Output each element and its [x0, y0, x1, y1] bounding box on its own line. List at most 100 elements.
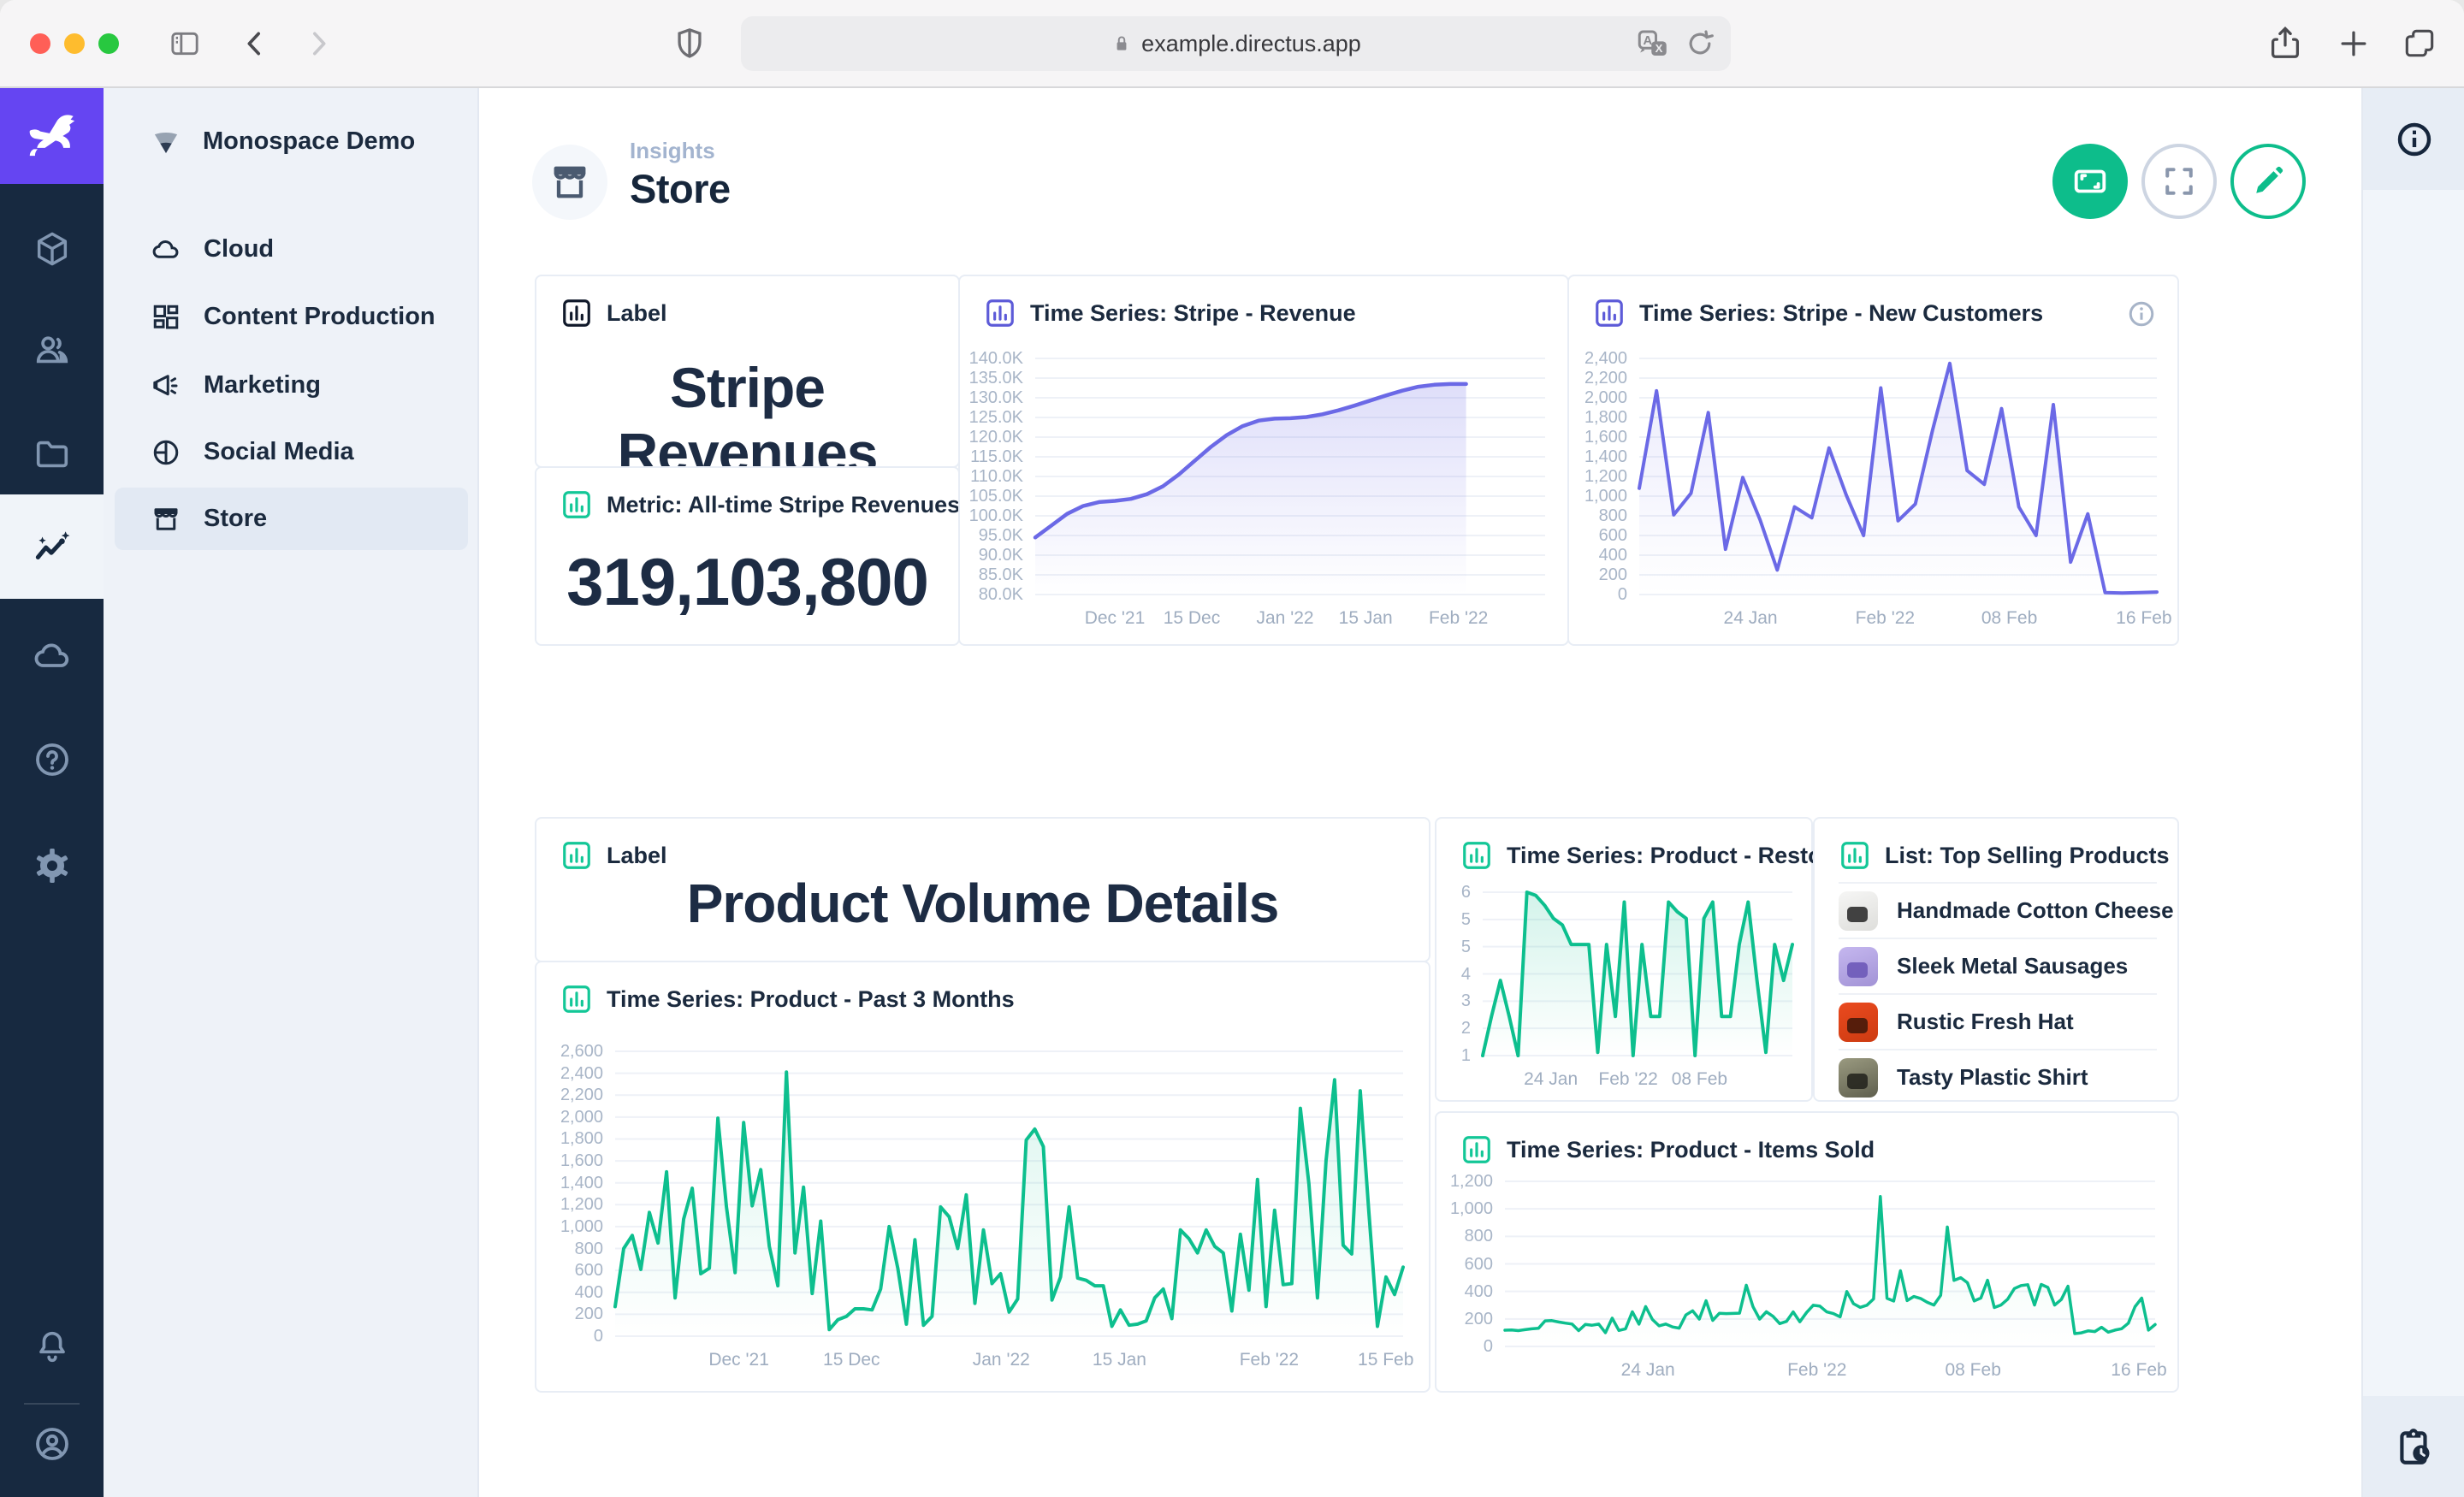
x-axis-tick: 08 Feb [1672, 1069, 1727, 1090]
sidebar-item-marketing[interactable]: Marketing [115, 354, 468, 417]
url-text: example.directus.app [1141, 31, 1361, 57]
translate-icon[interactable]: AX [1635, 26, 1671, 62]
activity-sidebar-button[interactable] [2363, 1396, 2464, 1497]
user-avatar-icon [32, 1423, 73, 1464]
breadcrumb[interactable]: Insights [630, 138, 715, 164]
panel-metric-stripe: Metric: All-time Stripe Revenues 319,103… [535, 466, 960, 646]
rabbit-icon [21, 104, 84, 168]
tab-overview-icon[interactable] [2401, 25, 2438, 62]
x-axis-tick: 15 Dec [1164, 608, 1221, 629]
y-axis-tick: 140.0K [960, 349, 1023, 369]
sidebar-item-content-production[interactable]: Content Production [115, 286, 468, 348]
y-axis-tick: 105.0K [960, 487, 1023, 506]
top-products-list: Handmade Cotton Cheese Sleek Metal Sausag… [1839, 882, 2157, 1104]
list-item[interactable]: Handmade Cotton Cheese [1839, 882, 2157, 938]
zoom-window-button[interactable] [98, 33, 119, 54]
privacy-shield-icon[interactable] [671, 25, 708, 62]
panel-timeseries-past3months: Time Series: Product - Past 3 Months 2,6… [535, 961, 1430, 1393]
y-axis-tick: 1,200 [1569, 467, 1627, 487]
edit-dashboard-button[interactable] [2230, 144, 2306, 219]
svg-text:A: A [1644, 34, 1653, 48]
main-content: Insights Store Label Stripe Revenues [479, 88, 2361, 1497]
y-axis-tick: 130.0K [960, 388, 1023, 408]
fullscreen-button[interactable] [2141, 144, 2217, 219]
browser-toolbar: example.directus.app AX [0, 0, 2464, 88]
info-sidebar-button[interactable] [2363, 88, 2464, 190]
y-axis-tick: 1,400 [536, 1174, 603, 1193]
past3-plot [536, 962, 1429, 1391]
megaphone-icon [151, 370, 181, 401]
sidebar-item-store[interactable]: Store [115, 488, 468, 550]
panel-timeseries-revenue: Time Series: Stripe - Revenue 140.0K135.… [958, 275, 1569, 646]
project-header[interactable]: Monospace Demo [104, 107, 479, 175]
list-item[interactable]: Tasty Plastic Shirt [1839, 1049, 2157, 1104]
module-help[interactable] [0, 712, 104, 808]
product-label: Sleek Metal Sausages [1897, 953, 2128, 979]
y-axis-tick: 1,000 [1436, 1199, 1493, 1219]
x-axis-tick: 15 Jan [1339, 608, 1393, 629]
share-icon[interactable] [2266, 23, 2305, 62]
panel-list-top-products: List: Top Selling Products Handmade Cott… [1813, 817, 2179, 1102]
y-axis-tick: 600 [1436, 1255, 1493, 1275]
notifications-button[interactable] [0, 1299, 104, 1394]
module-users[interactable] [0, 302, 104, 398]
lock-icon [1111, 33, 1133, 55]
x-axis-tick: Jan '22 [1257, 608, 1314, 629]
reload-icon[interactable] [1683, 27, 1717, 61]
sidebar-item-cloud[interactable]: Cloud [115, 218, 468, 281]
new-tab-icon[interactable] [2335, 25, 2372, 62]
x-axis-tick: Dec '21 [708, 1350, 769, 1370]
label-text: Product Volume Details [536, 872, 1429, 935]
directus-logo[interactable] [0, 88, 104, 184]
insights-icon [31, 525, 74, 568]
y-axis-tick: 80.0K [960, 585, 1023, 605]
y-axis-tick: 800 [1569, 506, 1627, 526]
module-files[interactable] [0, 406, 104, 502]
clipboard-clock-icon [2393, 1425, 2436, 1468]
x-axis-tick: 15 Feb [1358, 1350, 1413, 1370]
y-axis-tick: 0 [1569, 585, 1627, 605]
y-axis-tick: 600 [536, 1261, 603, 1281]
bar-chart-icon [560, 297, 593, 329]
fullscreen-icon [2160, 163, 2198, 200]
signal-icon [148, 123, 184, 159]
module-content[interactable] [0, 201, 104, 297]
y-axis-tick: 1,400 [1569, 447, 1627, 467]
list-item[interactable]: Sleek Metal Sausages [1839, 938, 2157, 993]
x-axis-tick: Feb '22 [1429, 608, 1488, 629]
sidebar-item-label: Store [204, 505, 267, 533]
y-axis-tick: 5 [1436, 938, 1471, 957]
x-axis-tick: 15 Jan [1093, 1350, 1146, 1370]
y-axis-tick: 135.0K [960, 369, 1023, 388]
y-axis-tick: 6 [1436, 883, 1471, 902]
sidebar-item-social-media[interactable]: Social Media [115, 421, 468, 483]
forward-button[interactable] [301, 27, 335, 61]
product-label: Rustic Fresh Hat [1897, 1009, 2074, 1035]
grid-icon [151, 302, 181, 333]
sidebar-item-label: Cloud [204, 235, 274, 263]
user-menu-button[interactable] [0, 1396, 104, 1492]
people-icon [33, 330, 72, 370]
back-button[interactable] [238, 27, 272, 61]
project-name: Monospace Demo [203, 127, 415, 156]
zen-mode-button[interactable] [2052, 144, 2128, 219]
minimize-window-button[interactable] [64, 33, 85, 54]
module-insights-active[interactable] [0, 494, 104, 599]
list-item[interactable]: Rustic Fresh Hat [1839, 993, 2157, 1049]
module-settings[interactable] [0, 818, 104, 914]
panel-label-stripe: Label Stripe Revenues [535, 275, 960, 468]
panel-title: Label [607, 843, 667, 869]
storefront-icon [548, 160, 592, 204]
x-axis-tick: 24 Jan [1524, 1069, 1578, 1090]
x-axis-tick: 24 Jan [1724, 608, 1778, 629]
address-bar[interactable]: example.directus.app AX [741, 16, 1731, 71]
cloud-icon [32, 636, 73, 677]
sidebar-toggle-icon[interactable] [168, 27, 202, 61]
fit-screen-icon [2070, 162, 2110, 201]
x-axis-tick: 16 Feb [2116, 608, 2171, 629]
close-window-button[interactable] [30, 33, 50, 54]
x-axis-tick: 24 Jan [1621, 1360, 1675, 1381]
product-thumbnail [1839, 1003, 1878, 1042]
module-cloud[interactable] [0, 608, 104, 704]
y-axis-tick: 1,000 [536, 1217, 603, 1237]
